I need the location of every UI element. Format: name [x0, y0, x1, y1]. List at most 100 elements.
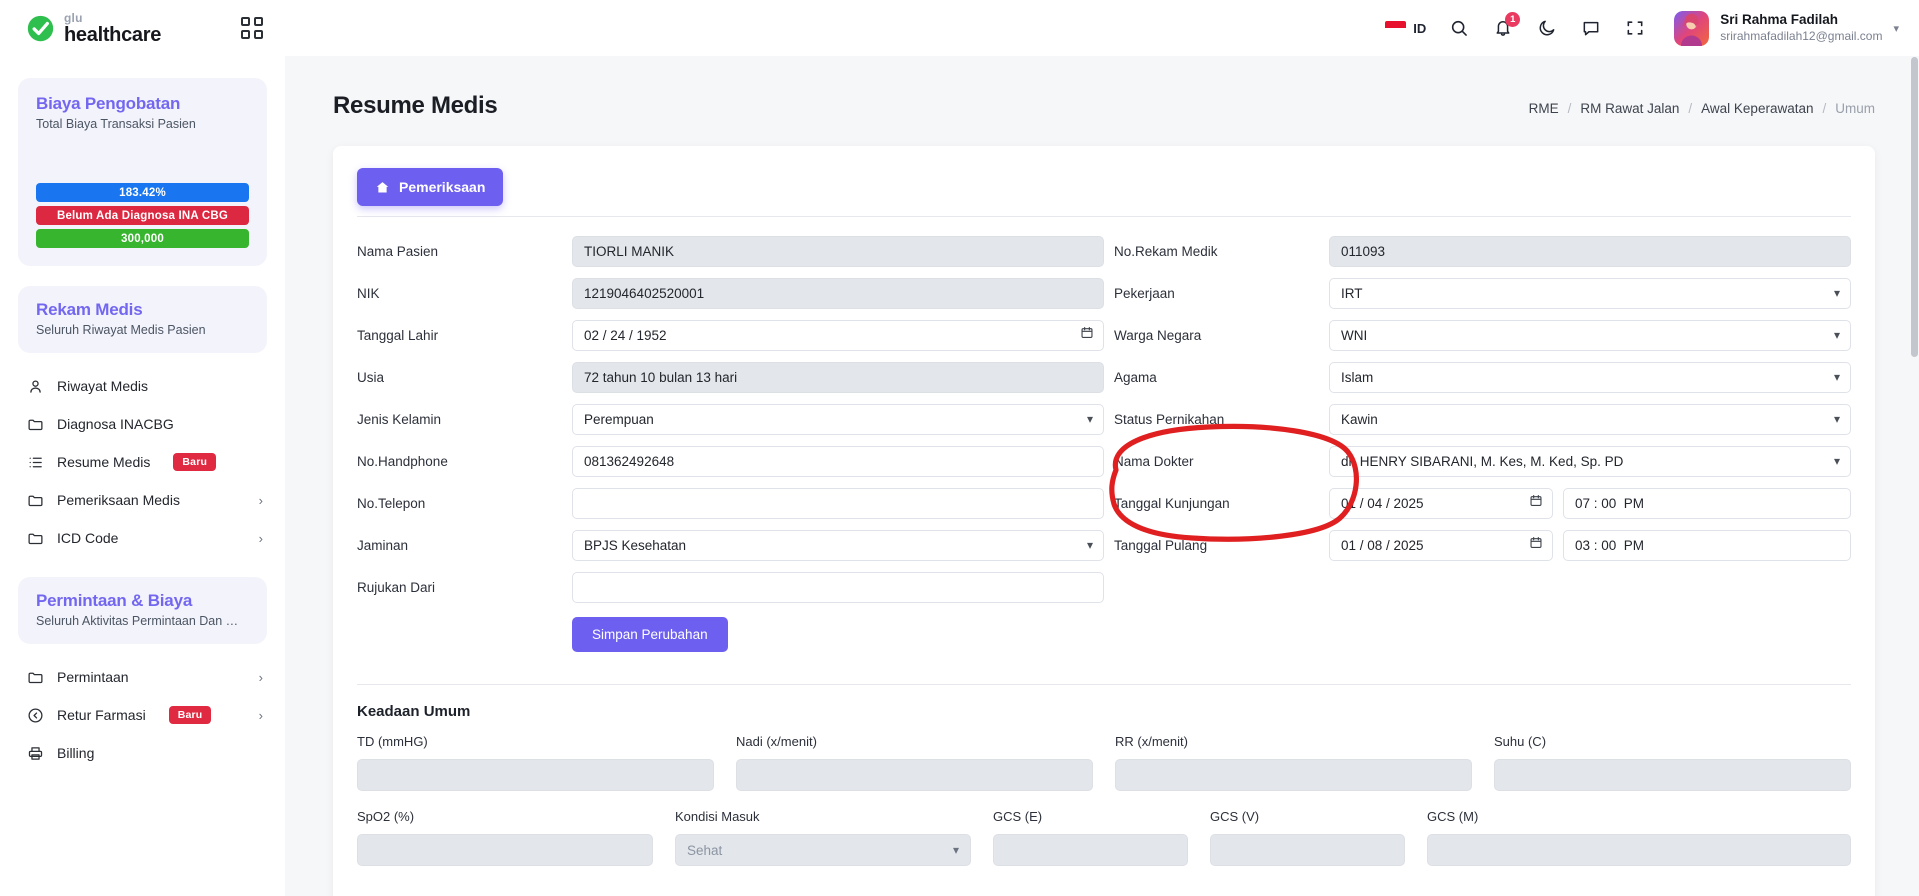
field-label: GCS (M)	[1427, 809, 1479, 824]
page-title: Resume Medis	[333, 92, 498, 119]
gcs-v-input[interactable]	[1210, 834, 1405, 866]
field-label: Pekerjaan	[1114, 285, 1175, 301]
field-label: GCS (E)	[993, 809, 1043, 824]
form-right-column: No.Rekam Medik Pekerjaan ▾ Warga Negara	[1104, 235, 1851, 662]
bell-icon[interactable]: 1	[1492, 12, 1521, 39]
save-row: Simpan Perubahan	[357, 613, 1104, 652]
tanggal-kunjungan-time-input[interactable]	[1563, 487, 1851, 519]
field-label: Nama Dokter	[1114, 453, 1194, 469]
app-root: glu healthcare Biaya Pengobatan Total Bi…	[0, 0, 1919, 896]
sidebar-item-icd-code[interactable]: ICD Code ›	[0, 519, 285, 557]
home-icon	[376, 181, 389, 192]
suhu-input[interactable]	[1494, 759, 1851, 791]
user-menu[interactable]: Sri Rahma Fadilah srirahmafadilah12@gmai…	[1674, 10, 1899, 46]
field-kondisi-masuk: Kondisi Masuk ▾	[675, 809, 971, 866]
simpan-perubahan-button[interactable]: Simpan Perubahan	[572, 617, 728, 652]
field-spo2: SpO2 (%)	[357, 809, 653, 866]
jaminan-select[interactable]	[572, 529, 1104, 561]
list-icon	[26, 453, 44, 471]
breadcrumb-item-rm-rawat-jalan[interactable]: RM Rawat Jalan	[1580, 101, 1679, 116]
sidebar-item-label: Diagnosa INACBG	[57, 416, 174, 432]
field-label: Nadi (x/menit)	[736, 734, 817, 749]
language-switcher[interactable]: ID	[1385, 21, 1426, 36]
fullscreen-icon[interactable]	[1624, 17, 1646, 39]
chevron-down-icon: ▾	[1893, 22, 1899, 35]
section-rekam-subtitle: Seluruh Riwayat Medis Pasien	[36, 323, 206, 337]
section-permintaan-subtitle: Seluruh Aktivitas Permintaan Dan …	[36, 614, 239, 628]
no-telepon-input[interactable]	[572, 487, 1104, 519]
spo2-input[interactable]	[357, 834, 653, 866]
pekerjaan-select[interactable]	[1329, 277, 1851, 309]
nama-dokter-select[interactable]	[1329, 445, 1851, 477]
field-label: Jenis Kelamin	[357, 411, 442, 427]
chevron-right-icon: ›	[258, 530, 263, 546]
chat-icon[interactable]	[1580, 17, 1602, 39]
td-input[interactable]	[357, 759, 714, 791]
field-gcs-v: GCS (V)	[1210, 809, 1405, 866]
folder-icon	[26, 415, 44, 433]
back-arrow-circle-icon	[26, 706, 44, 724]
gcs-m-input[interactable]	[1427, 834, 1851, 866]
language-code: ID	[1413, 20, 1427, 36]
brand-title: healthcare	[64, 23, 162, 46]
usia-input[interactable]	[572, 361, 1104, 393]
nama-pasien-input[interactable]	[572, 235, 1104, 267]
sidebar-item-riwayat-medis[interactable]: Riwayat Medis	[0, 367, 285, 405]
grid-apps-icon[interactable]	[241, 17, 263, 39]
printer-icon	[26, 744, 44, 762]
kondisi-masuk-select[interactable]	[675, 834, 971, 866]
sidebar-item-pemeriksaan-medis[interactable]: Pemeriksaan Medis ›	[0, 481, 285, 519]
rr-input[interactable]	[1115, 759, 1472, 791]
breadcrumb: RME / RM Rawat Jalan / Awal Keperawatan …	[1529, 101, 1875, 120]
field-label: Warga Negara	[1114, 327, 1202, 343]
search-icon[interactable]	[1448, 17, 1470, 39]
tanggal-pulang-time-input[interactable]	[1563, 529, 1851, 561]
status-pernikahan-select[interactable]	[1329, 403, 1851, 435]
sidebar-item-resume-medis[interactable]: Resume Medis Baru	[0, 443, 285, 481]
topbar-icon-group: ID 1 Sri Rahma Fadilah srirahmafadilah12…	[1385, 10, 1899, 46]
user-icon	[26, 377, 44, 395]
breadcrumb-item-awal-keperawatan[interactable]: Awal Keperawatan	[1701, 101, 1813, 116]
topbar: ID 1 Sri Rahma Fadilah srirahmafadilah12…	[285, 0, 1919, 56]
agama-select[interactable]	[1329, 361, 1851, 393]
tanggal-lahir-input[interactable]	[572, 319, 1104, 351]
gcs-e-input[interactable]	[993, 834, 1188, 866]
sidebar-item-permintaan[interactable]: Permintaan ›	[0, 658, 285, 696]
sidebar-item-billing[interactable]: Billing	[0, 734, 285, 772]
field-suhu: Suhu (C)	[1494, 734, 1851, 791]
field-jaminan: Jaminan ▾	[357, 529, 1104, 561]
breadcrumb-item-rme[interactable]: RME	[1529, 101, 1559, 116]
biaya-card-subtitle: Total Biaya Transaksi Pasien	[36, 117, 196, 131]
no-rekam-medik-input[interactable]	[1329, 235, 1851, 267]
warga-negara-select[interactable]	[1329, 319, 1851, 351]
tanggal-pulang-date-input[interactable]	[1329, 529, 1553, 561]
calendar-icon[interactable]	[1529, 536, 1543, 555]
sidebar-item-retur-farmasi[interactable]: Retur Farmasi Baru ›	[0, 696, 285, 734]
status-badge-baru: Baru	[168, 706, 212, 724]
keadaan-umum-row-2: SpO2 (%) Kondisi Masuk ▾ GCS (E) GCS (V)	[357, 809, 1851, 866]
tab-pemeriksaan[interactable]: Pemeriksaan	[357, 168, 504, 206]
field-td: TD (mmHG)	[357, 734, 714, 791]
page-scrollbar[interactable]	[1911, 57, 1918, 357]
calendar-icon[interactable]	[1529, 494, 1543, 513]
sidebar-item-label: Permintaan	[57, 669, 129, 685]
calendar-icon[interactable]	[1080, 326, 1094, 345]
user-name: Sri Rahma Fadilah	[1720, 12, 1839, 28]
chevron-right-icon: ›	[258, 669, 263, 685]
indonesia-flag-icon	[1385, 21, 1407, 35]
field-label: RR (x/menit)	[1115, 734, 1188, 749]
section-permintaan-biaya: Permintaan & Biaya Seluruh Aktivitas Per…	[18, 577, 267, 644]
user-email: srirahmafadilah12@gmail.com	[1720, 28, 1883, 43]
breadcrumb-separator: /	[1688, 101, 1693, 116]
field-gcs-e: GCS (E)	[993, 809, 1188, 866]
nadi-input[interactable]	[736, 759, 1093, 791]
jenis-kelamin-select[interactable]	[572, 403, 1104, 435]
tanggal-kunjungan-date-input[interactable]	[1329, 487, 1553, 519]
brand-logo-group[interactable]: glu healthcare	[26, 12, 161, 45]
rujukan-dari-input[interactable]	[572, 571, 1104, 603]
biaya-pengobatan-card: Biaya Pengobatan Total Biaya Transaksi P…	[18, 78, 267, 266]
nik-input[interactable]	[572, 277, 1104, 309]
no-handphone-input[interactable]	[572, 445, 1104, 477]
moon-icon[interactable]	[1536, 17, 1558, 39]
sidebar-item-diagnosa-inacbg[interactable]: Diagnosa INACBG	[0, 405, 285, 443]
